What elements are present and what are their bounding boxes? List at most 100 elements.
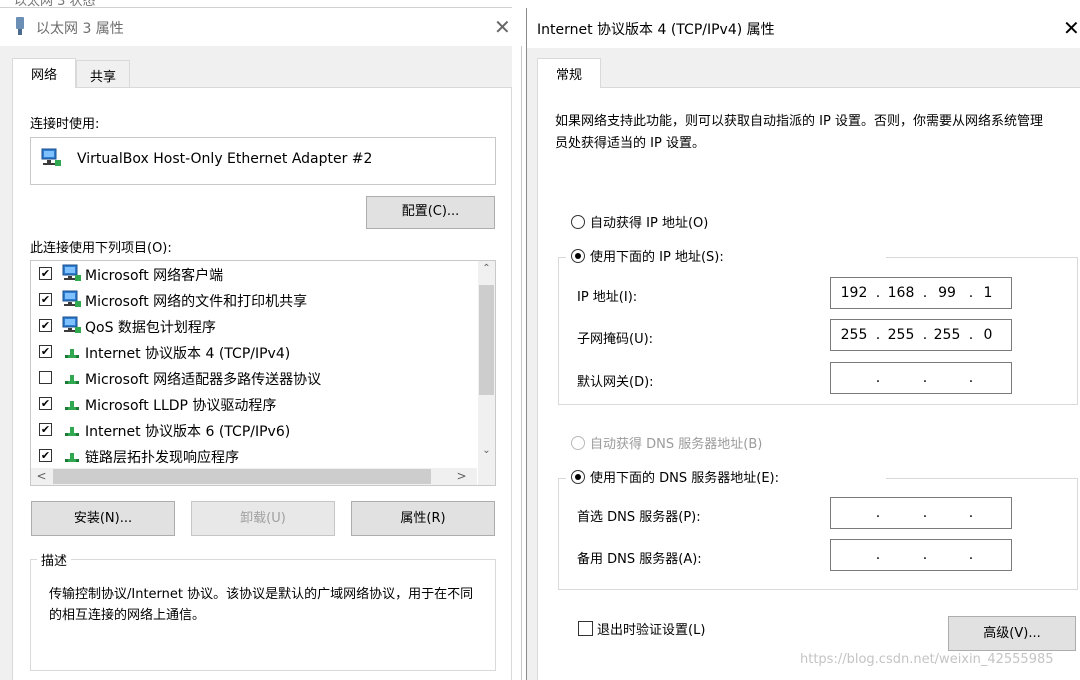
uninstall-button[interactable]: 卸载(U) <box>191 501 335 536</box>
tab-network[interactable]: 网络 <box>12 58 76 88</box>
scroll-down-icon[interactable]: ⌄ <box>478 445 495 456</box>
list-item[interactable]: ✔ Internet 协议版本 6 (TCP/IPv6) <box>31 417 471 443</box>
gateway-label: 默认网关(D): <box>577 375 654 390</box>
item-label: Internet 协议版本 4 (TCP/IPv4) <box>85 346 291 362</box>
scroll-corner <box>478 468 495 485</box>
left-dialog-title: 以太网 3 属性 <box>36 21 124 37</box>
vertical-scrollbar[interactable]: ⌃ ⌄ <box>478 261 495 469</box>
mask-octet-4: 0 <box>983 327 993 343</box>
item-label: Internet 协议版本 6 (TCP/IPv6) <box>85 424 291 440</box>
item-checkbox[interactable] <box>39 371 52 384</box>
auto-dns-label[interactable]: 自动获得 DNS 服务器地址(B) <box>590 433 762 452</box>
protocol-icon <box>62 420 82 438</box>
list-item[interactable]: ✔ 链路层拓扑发现响应程序 <box>31 443 471 469</box>
properties-button[interactable]: 属性(R) <box>351 501 495 536</box>
item-checkbox[interactable]: ✔ <box>39 319 52 332</box>
right-dialog-body: 常规 如果网络支持此功能，则可以获取自动指派的 IP 设置。否则，你需要从网络系… <box>527 48 1080 680</box>
ip-octet-4: 1 <box>983 285 993 301</box>
auto-ip-label[interactable]: 自动获得 IP 地址(O) <box>590 212 708 231</box>
items-list[interactable]: ✔ Microsoft 网络客户端 ✔ Microsoft 网络的文件和打印机共享 ✔ Q… <box>30 260 496 486</box>
right-dialog-title: Internet 协议版本 4 (TCP/IPv4) 属性 <box>537 22 775 38</box>
right-titlebar: Internet 协议版本 4 (TCP/IPv4) 属性 ✕ <box>527 8 1080 48</box>
horizontal-scrollbar[interactable]: < > <box>31 468 477 485</box>
validate-on-exit-label[interactable]: 退出时验证设置(L) <box>597 619 705 638</box>
right-close-icon[interactable]: ✕ <box>1063 16 1080 40</box>
mask-octet-1: 255 <box>840 327 868 343</box>
manual-dns-label[interactable]: 使用下面的 DNS 服务器地址(E): <box>590 467 779 486</box>
items-label: 此连接使用下列项目(O): <box>30 241 172 256</box>
preferred-dns-input[interactable]: . . . <box>830 497 1012 529</box>
ethernet-adapter-icon <box>16 17 24 35</box>
tab-general[interactable]: 常规 <box>537 58 601 88</box>
manual-dns-radio[interactable] <box>571 470 585 484</box>
item-label: Microsoft 网络适配器多路传送器协议 <box>85 372 322 388</box>
close-icon[interactable]: ✕ <box>494 15 511 39</box>
auto-ip-radio[interactable] <box>571 215 585 229</box>
subnet-mask-input[interactable]: 255 . 255 . 255 . 0 <box>830 319 1012 351</box>
adapter-name: VirtualBox Host-Only Ethernet Adapter #2 <box>77 151 373 167</box>
configure-button[interactable]: 配置(C)... <box>366 196 495 229</box>
connect-using-label: 连接时使用: <box>30 117 100 132</box>
advanced-button[interactable]: 高级(V)... <box>948 616 1076 651</box>
auto-dns-radio[interactable] <box>571 436 585 450</box>
pdns-dot: . <box>922 505 928 521</box>
scroll-right-icon[interactable]: > <box>453 469 470 483</box>
background-window-close-icon[interactable]: ✕ <box>492 0 503 5</box>
description-group: 描述 传输控制协议/Internet 协议。该协议是默认的广域网络协议，用于在不… <box>30 550 496 671</box>
item-label: Microsoft 网络的文件和打印机共享 <box>85 294 308 310</box>
network-tab-page: 连接时使用: VirtualBox Host-Only Ethernet Ada… <box>12 87 512 680</box>
manual-ip-label[interactable]: 使用下面的 IP 地址(S): <box>590 246 724 265</box>
gateway-dot: . <box>922 370 928 386</box>
list-item[interactable]: ✔ QoS 数据包计划程序 <box>31 313 471 339</box>
alternate-dns-input[interactable]: . . . <box>830 539 1012 571</box>
description-title: 描述 <box>37 550 72 569</box>
tab-sharing[interactable]: 共享 <box>76 60 130 88</box>
manual-ip-radio[interactable] <box>571 249 585 263</box>
item-checkbox[interactable]: ✔ <box>39 267 52 280</box>
adns-dot: . <box>922 547 928 563</box>
scroll-left-icon[interactable]: < <box>33 469 50 483</box>
ipv4-properties-dialog: Internet 协议版本 4 (TCP/IPv4) 属性 ✕ 常规 如果网络支… <box>526 8 1080 680</box>
adns-dot: . <box>875 547 881 563</box>
gateway-input[interactable]: . . . <box>830 362 1012 394</box>
validate-on-exit-checkbox[interactable] <box>578 621 593 636</box>
intro-text: 如果网络支持此功能，则可以获取自动指派的 IP 设置。否则，你需要从网络系统管理… <box>555 114 1043 151</box>
list-item[interactable]: ✔ Microsoft 网络的文件和打印机共享 <box>31 287 471 313</box>
ip-octet-2: 168 <box>887 285 915 301</box>
left-titlebar: 以太网 3 属性 ✕ <box>0 8 522 46</box>
list-item[interactable]: Microsoft 网络适配器多路传送器协议 <box>31 365 471 391</box>
background-window-titlebar: 以太网 3 状态 ✕ <box>0 0 512 9</box>
item-checkbox[interactable]: ✔ <box>39 397 52 410</box>
list-item[interactable]: ✔ Microsoft LLDP 协议驱动程序 <box>31 391 471 417</box>
pdns-dot: . <box>875 505 881 521</box>
protocol-icon <box>62 368 82 386</box>
ip-address-label: IP 地址(I): <box>577 290 638 305</box>
description-text: 传输控制协议/Internet 协议。该协议是默认的广域网络协议，用于在不同的相… <box>49 587 474 623</box>
item-checkbox[interactable]: ✔ <box>39 449 52 462</box>
adapter-box: VirtualBox Host-Only Ethernet Adapter #2 <box>30 137 496 185</box>
protocol-icon <box>62 342 82 360</box>
ip-octet-1: 192 <box>840 285 868 301</box>
watermark: https://blog.csdn.net/weixin_42555985 <box>800 652 1054 667</box>
adns-dot: . <box>968 547 974 563</box>
install-button[interactable]: 安装(N)... <box>31 501 175 536</box>
protocol-icon <box>62 446 82 464</box>
mask-octet-3: 255 <box>933 327 961 343</box>
item-label: Microsoft LLDP 协议驱动程序 <box>85 398 277 414</box>
network-client-icon <box>62 290 82 308</box>
item-checkbox[interactable]: ✔ <box>39 345 52 358</box>
horizontal-scroll-thumb[interactable] <box>53 469 431 484</box>
scroll-up-icon[interactable]: ⌃ <box>478 263 495 274</box>
item-checkbox[interactable]: ✔ <box>39 293 52 306</box>
ip-address-input[interactable]: 192 . 168 . 99 . 1 <box>830 277 1012 309</box>
list-item[interactable]: ✔ Internet 协议版本 4 (TCP/IPv4) <box>31 339 471 365</box>
general-tab-page: 如果网络支持此功能，则可以获取自动指派的 IP 设置。否则，你需要从网络系统管理… <box>537 87 1080 680</box>
vertical-scroll-thumb[interactable] <box>479 285 494 395</box>
item-checkbox[interactable]: ✔ <box>39 423 52 436</box>
gateway-dot: . <box>875 370 881 386</box>
network-adapter-icon <box>41 148 61 166</box>
subnet-mask-label: 子网掩码(U): <box>577 332 654 347</box>
item-label: 链路层拓扑发现响应程序 <box>85 450 239 466</box>
list-item[interactable]: ✔ Microsoft 网络客户端 <box>31 261 471 287</box>
ethernet-properties-dialog: 以太网 3 属性 ✕ 网络 共享 连接时使用: VirtualBox Host-… <box>0 8 522 680</box>
